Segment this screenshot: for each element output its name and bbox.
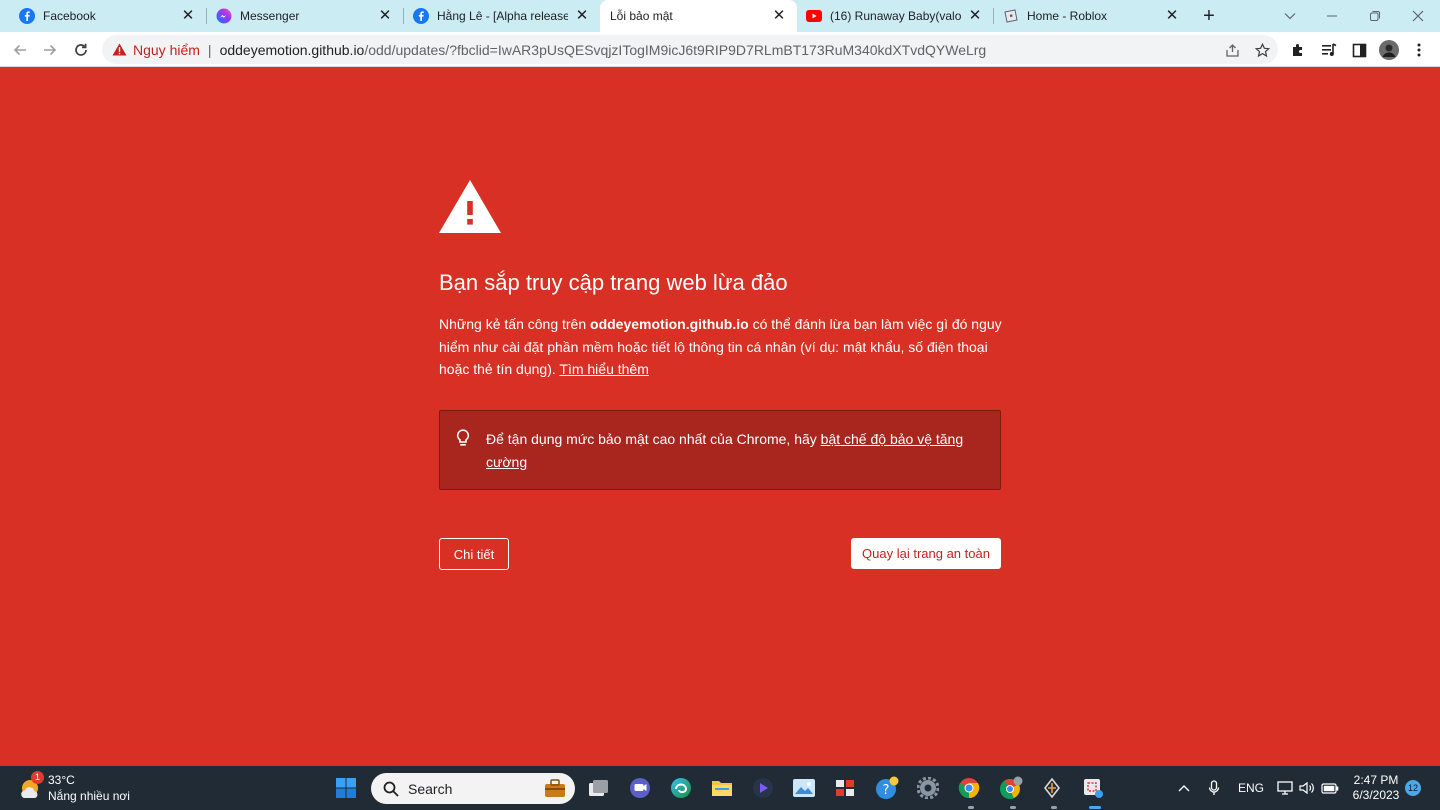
- omnibox-divider: |: [207, 41, 212, 58]
- search-label: Search: [408, 780, 453, 797]
- url-path: /odd/updates/?fbclid=IwAR3pUsQESvqjzITog…: [364, 41, 987, 58]
- warning-triangle-icon: [439, 180, 501, 233]
- network-display-icon[interactable]: [1276, 778, 1294, 798]
- reload-icon[interactable]: [69, 38, 93, 62]
- task-view-icon[interactable]: [585, 774, 613, 802]
- weather-temperature[interactable]: 33°C: [48, 773, 75, 787]
- description-text: Những kẻ tấn công trên: [439, 316, 591, 332]
- restore-button[interactable]: [1355, 0, 1395, 32]
- url-domain: oddeyemotion.github.io: [219, 41, 365, 58]
- lightbulb-icon: [456, 429, 470, 449]
- browser-toolbar: Nguy hiểm | oddeyemotion.github.io /odd/…: [0, 32, 1440, 67]
- enhanced-protection-tip: Để tận dụng mức bảo mật cao nhất của Chr…: [439, 410, 1001, 490]
- get-help-icon[interactable]: ?: [873, 774, 901, 802]
- minimize-button[interactable]: [1312, 0, 1352, 32]
- tip-prefix: Để tận dụng mức bảo mật cao nhất của Chr…: [486, 431, 821, 447]
- share-icon[interactable]: [1222, 40, 1242, 60]
- security-label[interactable]: Nguy hiểm: [133, 42, 200, 58]
- input-language[interactable]: ENG: [1235, 778, 1267, 798]
- clock-time: 2:47 PM: [1353, 773, 1399, 787]
- new-tab-button[interactable]: +: [1199, 6, 1219, 26]
- close-window-button[interactable]: [1398, 0, 1438, 32]
- close-icon[interactable]: ✕: [967, 8, 983, 24]
- battery-icon[interactable]: [1320, 778, 1340, 798]
- settings-gear-icon[interactable]: [914, 774, 942, 802]
- running-indicator: [1010, 806, 1016, 809]
- network-tool-icon[interactable]: [1038, 774, 1066, 802]
- chrome-profile-icon[interactable]: [997, 774, 1025, 802]
- tab-strip: Facebook ✕ Messenger ✕ Hằng Lê - [Alpha …: [0, 0, 1440, 32]
- facebook-icon: [413, 8, 429, 24]
- notification-count-badge[interactable]: 12: [1405, 780, 1421, 796]
- forward-arrow-icon[interactable]: [38, 38, 62, 62]
- search-highlight-briefcase-icon: [543, 778, 567, 798]
- snipping-tool-icon[interactable]: [1079, 774, 1107, 802]
- roblox-icon: [1003, 8, 1019, 24]
- close-icon[interactable]: ✕: [377, 8, 393, 24]
- tab-messenger[interactable]: Messenger ✕: [207, 0, 403, 32]
- description-domain: oddeyemotion.github.io: [590, 316, 749, 332]
- media-player-icon[interactable]: [749, 774, 777, 802]
- photos-app-icon[interactable]: [790, 774, 818, 802]
- tab-title: Hằng Lê - [Alpha release, cl: [437, 9, 568, 23]
- extensions-puzzle-icon[interactable]: [1289, 40, 1309, 60]
- tab-title: Facebook: [43, 9, 96, 23]
- tab-youtube[interactable]: (16) Runaway Baby(valoran ✕: [797, 0, 993, 32]
- show-hidden-icons-chevron-icon[interactable]: [1175, 778, 1193, 798]
- app-grid-icon[interactable]: [831, 774, 859, 802]
- details-button[interactable]: Chi tiết: [439, 538, 509, 570]
- learn-more-link[interactable]: Tìm hiểu thêm: [559, 361, 648, 377]
- danger-warning-icon[interactable]: [112, 43, 127, 56]
- chrome-menu-icon[interactable]: [1409, 40, 1429, 60]
- media-playlist-icon[interactable]: [1319, 40, 1339, 60]
- tab-title: Messenger: [240, 9, 300, 23]
- weather-alert-badge: 1: [31, 771, 44, 784]
- address-bar[interactable]: Nguy hiểm | oddeyemotion.github.io /odd/…: [102, 35, 1278, 64]
- page-heading: Bạn sắp truy cập trang web lừa đảo: [439, 270, 788, 295]
- weather-condition[interactable]: Nắng nhiều nơi: [48, 789, 130, 803]
- tab-hang-le[interactable]: Hằng Lê - [Alpha release, cl ✕: [404, 0, 600, 32]
- profile-avatar[interactable]: [1379, 40, 1399, 60]
- running-indicator: [1051, 806, 1057, 809]
- chat-icon[interactable]: [626, 774, 654, 802]
- tip-text: Để tận dụng mức bảo mật cao nhất của Chr…: [486, 428, 986, 474]
- microphone-icon[interactable]: [1205, 778, 1223, 798]
- tab-facebook[interactable]: Facebook ✕: [0, 0, 206, 32]
- tab-roblox[interactable]: Home - Roblox ✕: [994, 0, 1190, 32]
- clock-date: 6/3/2023: [1352, 788, 1400, 802]
- back-arrow-icon[interactable]: [8, 38, 32, 62]
- edge-browser-icon[interactable]: [667, 774, 695, 802]
- chrome-browser-icon[interactable]: [955, 774, 983, 802]
- taskbar-search[interactable]: Search: [371, 773, 575, 804]
- start-windows-icon[interactable]: [332, 774, 360, 802]
- bookmark-star-icon[interactable]: [1252, 40, 1272, 60]
- tab-title: (16) Runaway Baby(valoran: [830, 9, 961, 23]
- tab-security-error[interactable]: Lỗi bảo mật ✕: [600, 0, 797, 32]
- close-icon[interactable]: ✕: [1164, 8, 1180, 24]
- back-to-safety-button[interactable]: Quay lại trang an toàn: [851, 538, 1001, 569]
- file-explorer-icon[interactable]: [708, 774, 736, 802]
- tab-title: Lỗi bảo mật: [610, 9, 673, 23]
- close-icon[interactable]: ✕: [180, 8, 196, 24]
- close-icon[interactable]: ✕: [574, 8, 590, 24]
- tab-title: Home - Roblox: [1027, 9, 1108, 23]
- search-icon: [383, 781, 399, 797]
- warning-description: Những kẻ tấn công trên oddeyemotion.gith…: [439, 313, 1005, 381]
- youtube-icon: [806, 8, 822, 24]
- messenger-icon: [216, 8, 232, 24]
- side-panel-icon[interactable]: [1349, 40, 1369, 60]
- system-clock[interactable]: 2:47 PM 6/3/2023: [1350, 773, 1402, 803]
- facebook-icon: [19, 8, 35, 24]
- running-indicator: [968, 806, 974, 809]
- windows-taskbar: 1 33°C Nắng nhiều nơi Search ? ENG 2:47 …: [0, 766, 1440, 810]
- tab-search-chevron-icon[interactable]: [1270, 0, 1310, 32]
- close-icon[interactable]: ✕: [771, 8, 787, 24]
- active-app-indicator: [1089, 806, 1101, 809]
- svg-text:?: ?: [883, 783, 890, 798]
- volume-icon[interactable]: [1298, 778, 1316, 798]
